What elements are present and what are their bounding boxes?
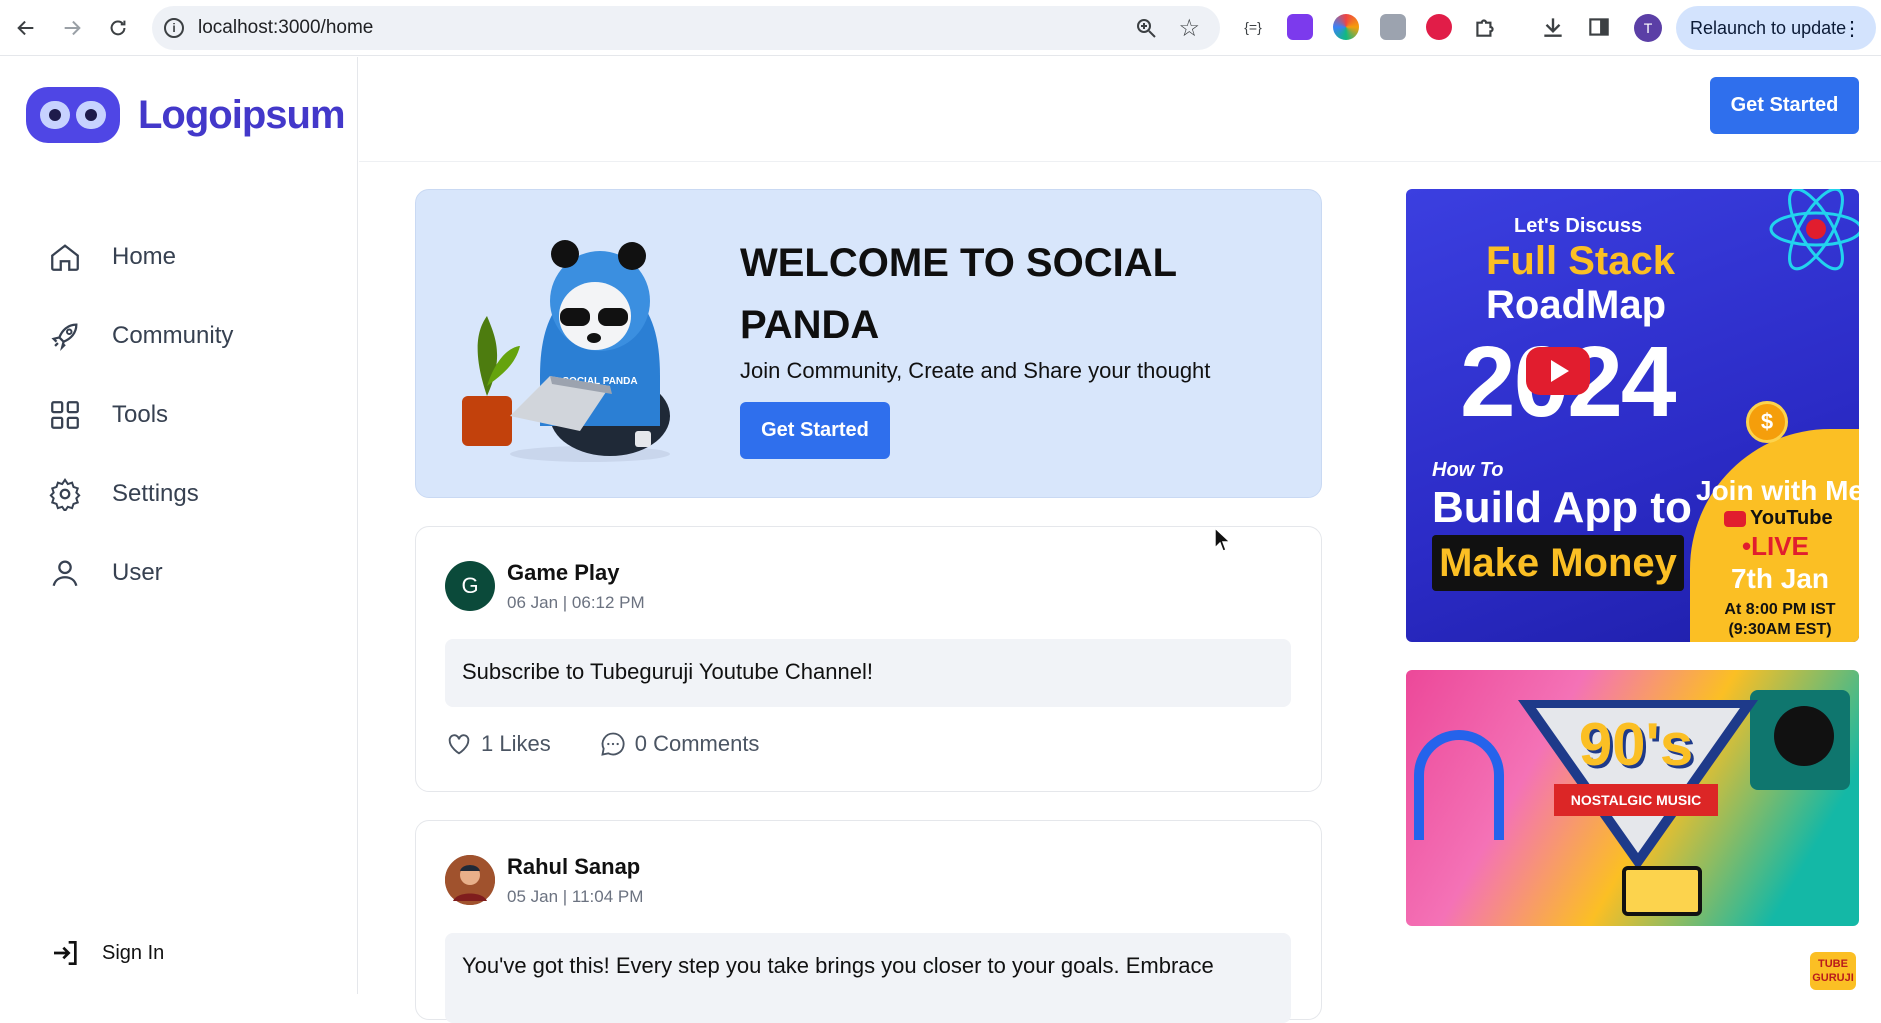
post-content: Subscribe to Tubeguruji Youtube Channel! bbox=[445, 639, 1291, 707]
post-author[interactable]: Game Play bbox=[507, 560, 620, 586]
ad-nostalgic-music: NOSTALGIC MUSIC bbox=[1554, 784, 1718, 816]
sidebar-item-settings[interactable]: Settings bbox=[48, 454, 233, 533]
ad-90s-headline: 90's bbox=[1578, 711, 1694, 778]
like-button[interactable]: 1 Likes bbox=[445, 730, 551, 758]
relaunch-label: Relaunch to update bbox=[1690, 18, 1847, 38]
comment-bubble-icon bbox=[601, 732, 625, 756]
welcome-banner: SOCIAL PANDA WELCOME TO SOCIAL PANDA Joi… bbox=[415, 189, 1322, 498]
ad-time-ist: At 8:00 PM IST bbox=[1724, 601, 1836, 618]
sign-in-button[interactable]: Sign In bbox=[50, 937, 164, 969]
sidebar-item-user[interactable]: User bbox=[48, 533, 233, 612]
tubeguruji-watermark: TUBE GURUJI bbox=[1810, 952, 1856, 990]
grid-icon bbox=[51, 400, 79, 429]
site-info-icon[interactable]: i bbox=[164, 18, 184, 38]
logo-mark-icon bbox=[26, 87, 120, 143]
rocket-icon bbox=[51, 323, 78, 351]
ad-time-est: (9:30AM EST) bbox=[1728, 621, 1832, 638]
ad-lets-discuss: Let's Discuss bbox=[1514, 215, 1643, 237]
gear-icon bbox=[49, 477, 81, 511]
youtube-logo-icon bbox=[1724, 510, 1746, 527]
bookmark-star-icon[interactable]: ☆ bbox=[1178, 14, 1200, 43]
ad-youtube-label: YouTube bbox=[1724, 507, 1833, 530]
side-panel-icon[interactable] bbox=[1586, 14, 1612, 40]
post-content: You've got this! Every step you take bri… bbox=[445, 933, 1291, 1023]
avatar[interactable]: G bbox=[445, 561, 495, 611]
ad-full-stack: Full Stack bbox=[1486, 239, 1675, 283]
dollar-coin-icon: $ bbox=[1746, 401, 1788, 443]
extension-tb-icon[interactable] bbox=[1380, 14, 1406, 40]
extensions-puzzle-icon[interactable] bbox=[1472, 14, 1498, 40]
home-icon bbox=[51, 243, 79, 271]
sidebar-item-tools[interactable]: Tools bbox=[48, 375, 233, 454]
sidebar-item-label: Community bbox=[112, 321, 234, 349]
react-atom-icon bbox=[1769, 189, 1859, 271]
ad-join-with-me: Join with Me bbox=[1696, 475, 1859, 506]
youtube-play-icon bbox=[1526, 347, 1590, 395]
sign-in-label: Sign In bbox=[102, 941, 165, 964]
sidebar: Logoipsum Home Community Tools Settings … bbox=[0, 57, 358, 994]
extension-json-icon[interactable]: {=} bbox=[1240, 14, 1266, 40]
address-bar[interactable]: i localhost:3000/home ☆ bbox=[152, 6, 1220, 50]
ad-make-money: Make Money bbox=[1432, 535, 1684, 591]
likes-count: 1 Likes bbox=[481, 731, 551, 756]
forward-arrow-icon[interactable] bbox=[58, 14, 86, 42]
header-get-started-button[interactable]: Get Started bbox=[1710, 77, 1859, 134]
comment-button[interactable]: 0 Comments bbox=[599, 730, 760, 758]
page-header: Get Started bbox=[359, 57, 1881, 162]
ad-build-app: Build App to bbox=[1432, 483, 1692, 532]
hero-subtitle: Join Community, Create and Share your th… bbox=[740, 358, 1211, 383]
extension-color-icon[interactable] bbox=[1333, 14, 1359, 40]
avatar[interactable] bbox=[445, 855, 495, 905]
ad-roadmap: RoadMap bbox=[1486, 283, 1666, 327]
mouse-cursor-icon bbox=[1214, 527, 1232, 552]
profile-avatar[interactable]: T bbox=[1634, 14, 1662, 42]
post-timestamp: 05 Jan | 11:04 PM bbox=[507, 887, 644, 906]
sidebar-item-label: Tools bbox=[112, 400, 169, 428]
sidebar-item-community[interactable]: Community bbox=[48, 296, 233, 375]
ad-live: •LIVE bbox=[1742, 531, 1809, 561]
post-actions: 1 Likes 0 Comments bbox=[445, 730, 807, 758]
logo[interactable]: Logoipsum bbox=[26, 87, 346, 143]
panda-illustration: SOCIAL PANDA bbox=[462, 240, 670, 462]
user-icon bbox=[52, 560, 78, 586]
back-arrow-icon[interactable] bbox=[12, 14, 40, 42]
sidebar-nav: Home Community Tools Settings User bbox=[48, 217, 233, 612]
extension-purple-icon[interactable] bbox=[1287, 14, 1313, 40]
relaunch-button[interactable]: Relaunch to update ⋮ bbox=[1676, 6, 1876, 50]
headphones-icon bbox=[1414, 730, 1504, 840]
heart-icon bbox=[448, 734, 470, 755]
logo-text: Logoipsum bbox=[138, 92, 346, 137]
download-icon[interactable] bbox=[1540, 14, 1566, 40]
browser-toolbar: i localhost:3000/home ☆ {=} T Relaunch t… bbox=[0, 0, 1881, 56]
reload-icon[interactable] bbox=[104, 14, 132, 42]
nostalgic-music-ad[interactable]: 90's NOSTALGIC MUSIC bbox=[1406, 670, 1859, 926]
sidebar-item-label: Settings bbox=[112, 479, 199, 507]
sidebar-item-home[interactable]: Home bbox=[48, 217, 233, 296]
sign-in-icon bbox=[54, 941, 77, 965]
ad-date: 7th Jan bbox=[1730, 563, 1830, 594]
post-author[interactable]: Rahul Sanap bbox=[507, 854, 640, 880]
ad-how-to: How To bbox=[1432, 459, 1504, 481]
sidebar-item-label: User bbox=[112, 558, 163, 586]
more-menu-icon[interactable]: ⋮ bbox=[1842, 16, 1862, 41]
url-text[interactable]: localhost:3000/home bbox=[198, 17, 373, 39]
post-card: Rahul Sanap 05 Jan | 11:04 PM You've got… bbox=[415, 820, 1322, 1023]
turntable-icon bbox=[1750, 690, 1850, 790]
fullstack-roadmap-ad[interactable]: Let's Discuss Full Stack RoadMap 2024 Ho… bbox=[1406, 189, 1859, 642]
hero-get-started-button[interactable]: Get Started bbox=[740, 402, 890, 459]
comments-count: 0 Comments bbox=[634, 731, 760, 756]
post-timestamp: 06 Jan | 06:12 PM bbox=[507, 593, 645, 612]
post-card: G Game Play 06 Jan | 06:12 PM Subscribe … bbox=[415, 526, 1322, 792]
extension-red-icon[interactable] bbox=[1426, 14, 1452, 40]
hero-title: WELCOME TO SOCIAL PANDA bbox=[740, 241, 1177, 347]
sidebar-item-label: Home bbox=[112, 242, 177, 270]
cassette-icon bbox=[1622, 866, 1702, 916]
zoom-icon[interactable] bbox=[1134, 16, 1158, 45]
